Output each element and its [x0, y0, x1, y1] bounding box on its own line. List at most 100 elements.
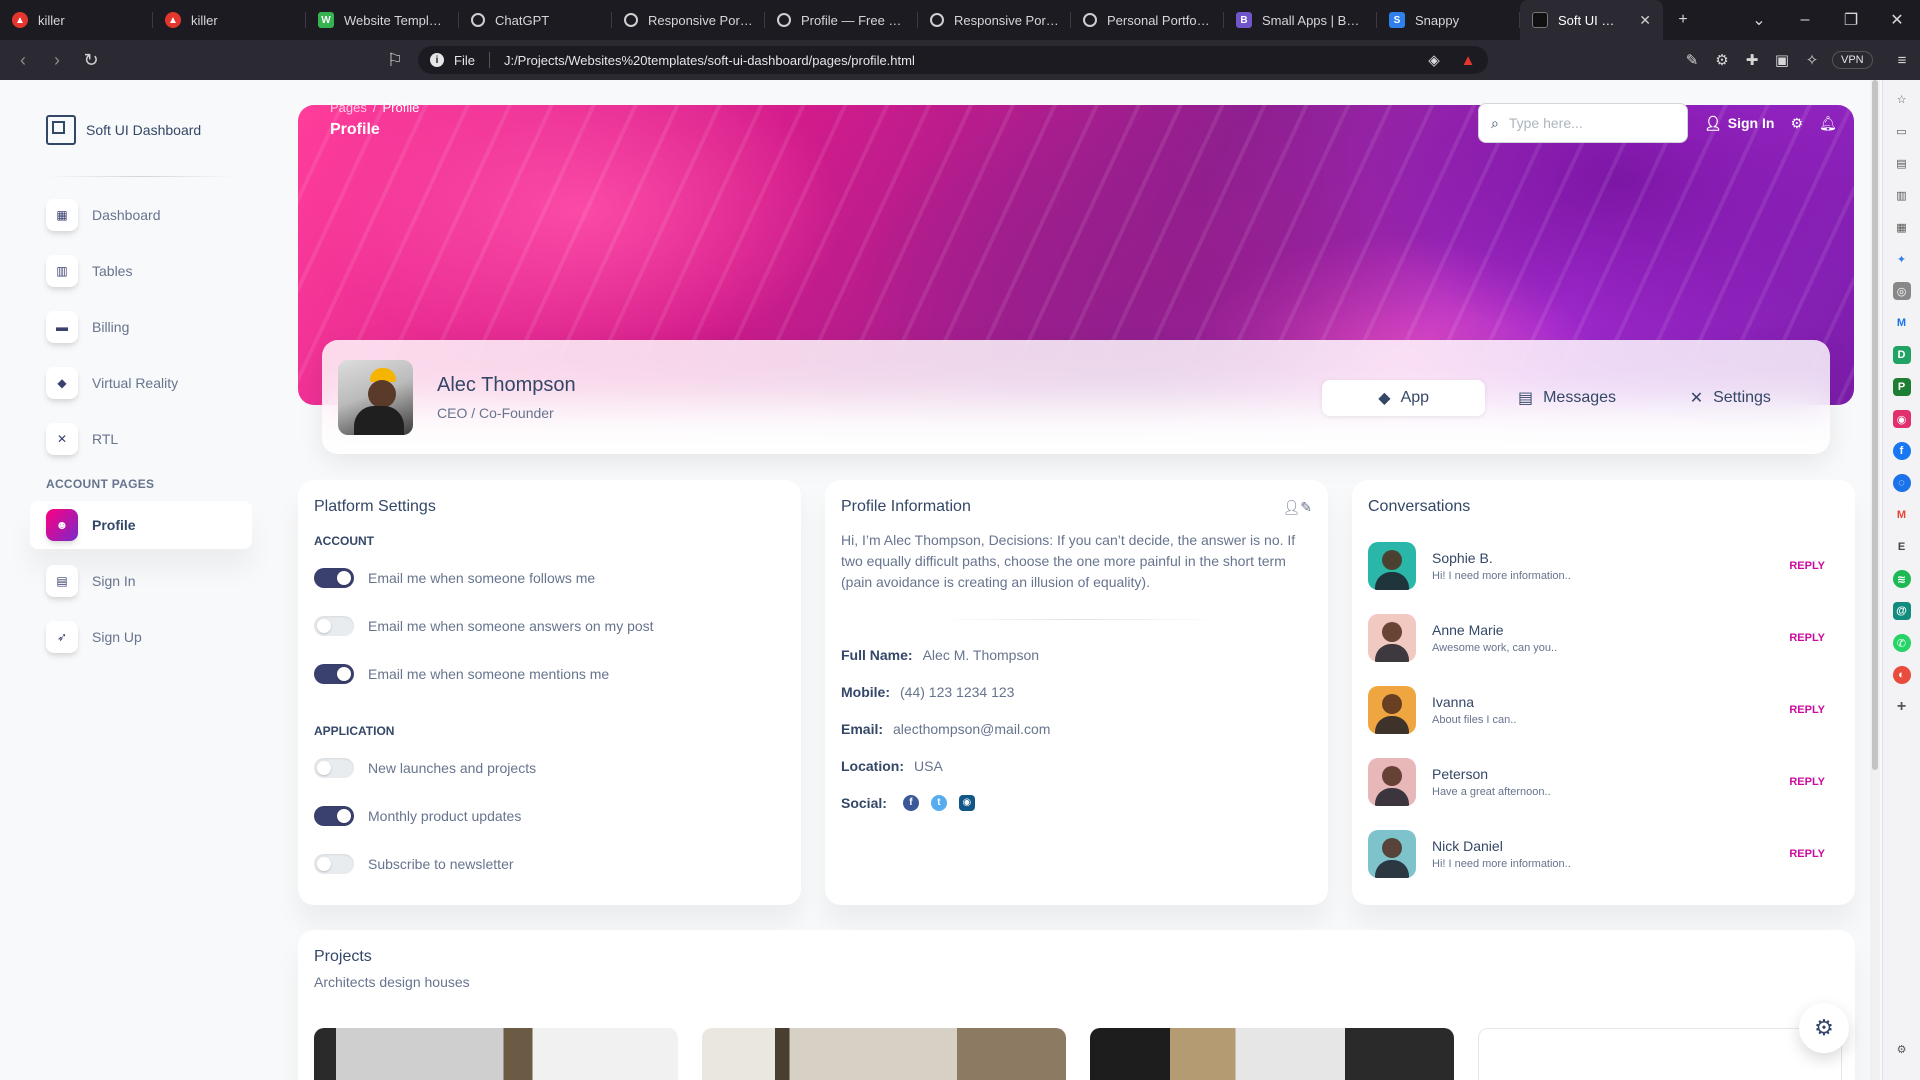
facebook-icon[interactable]: f [1892, 442, 1911, 460]
breadcrumb-root-link[interactable]: Pages [330, 100, 367, 115]
toggle-switch[interactable] [314, 806, 354, 826]
bookmarks-icon[interactable]: ▦ [1893, 218, 1911, 236]
close-tab-icon[interactable]: ✕ [1639, 12, 1651, 29]
bell-icon[interactable]: 🔔︎ [1819, 115, 1837, 132]
instagram-icon[interactable]: ◉ [1892, 410, 1911, 428]
tab-list-chevron-icon[interactable]: ⌄ [1736, 0, 1782, 40]
browser-tab[interactable]: ChatGPT [459, 0, 612, 40]
sidebar-item-dashboard[interactable]: ▦ Dashboard [30, 191, 252, 239]
gear-icon[interactable]: ⚙ [1790, 115, 1803, 132]
url-field[interactable]: i File J:/Projects/Websites%20templates/… [418, 46, 1488, 74]
e-app-icon[interactable]: E [1893, 538, 1911, 556]
info-icon[interactable]: i [430, 53, 444, 67]
configurator-gear-button[interactable]: ⚙ [1799, 1003, 1849, 1053]
sidebar-item-tables[interactable]: ▥ Tables [30, 247, 252, 295]
profile-tabs: ◆ App ▤ Messages ✕ Settings [1322, 380, 1812, 416]
sidebar-item-billing[interactable]: ▬ Billing [30, 303, 252, 351]
project-image[interactable] [702, 1028, 1066, 1080]
forward-icon[interactable]: › [40, 50, 74, 71]
sign-in-link[interactable]: 👤︎ Sign In [1704, 115, 1774, 132]
tab-settings[interactable]: ✕ Settings [1649, 380, 1812, 416]
reading-list-icon[interactable]: ▭ [1893, 122, 1911, 140]
document-app-icon[interactable]: D [1892, 346, 1911, 364]
instagram-icon[interactable]: ◉ [958, 794, 975, 811]
extension-icon[interactable]: ⚙ [1708, 51, 1736, 69]
tab-messages[interactable]: ▤ Messages [1485, 380, 1648, 416]
browser-tab[interactable]: Profile — Free Web [765, 0, 918, 40]
browser-tab[interactable]: ▲ killer [153, 0, 306, 40]
browser-tab[interactable]: Personal Portfolio V [1071, 0, 1224, 40]
wallet-icon[interactable]: ▣ [1768, 51, 1796, 69]
info-value: Alec M. Thompson [922, 646, 1040, 663]
star-icon[interactable]: ☆ [1893, 90, 1911, 108]
search-box[interactable]: ⌕ [1478, 103, 1688, 143]
px-app-icon[interactable]: P [1892, 378, 1911, 396]
box-3d-icon: ◆ [46, 367, 78, 399]
search-input[interactable] [1508, 115, 1659, 131]
sidebar-item-rtl[interactable]: ✕ RTL [30, 415, 252, 463]
gmail-icon[interactable]: M [1893, 506, 1911, 524]
reply-button[interactable]: REPLY [1789, 632, 1825, 644]
chatgpt-icon[interactable]: ◎ [1892, 282, 1911, 300]
reply-button[interactable]: REPLY [1789, 848, 1825, 860]
reply-button[interactable]: REPLY [1789, 776, 1825, 788]
toggle-switch[interactable] [314, 568, 354, 588]
page-scrollbar[interactable] [1870, 80, 1880, 1080]
puzzle-icon[interactable]: ✚ [1738, 51, 1766, 69]
toggle-label: Monthly product updates [368, 808, 522, 824]
reload-icon[interactable]: ↻ [74, 50, 108, 71]
browser-tab[interactable]: Responsive Portfoli [918, 0, 1071, 40]
threads-icon[interactable]: @ [1892, 602, 1911, 620]
sidebar-settings-icon[interactable]: ⚙ [1893, 1040, 1911, 1058]
restore-icon[interactable]: ❐ [1828, 0, 1874, 40]
toggle-switch[interactable] [314, 758, 354, 778]
new-tab-icon[interactable]: + [1663, 0, 1703, 40]
app-icon[interactable]: ◐ [1892, 666, 1911, 684]
new-project-placeholder[interactable] [1478, 1028, 1842, 1080]
tab-app[interactable]: ◆ App [1322, 380, 1486, 416]
sidebar-item-virtual-reality[interactable]: ◆ Virtual Reality [30, 359, 252, 407]
messenger-icon[interactable]: ◌ [1892, 474, 1911, 492]
scrollbar-thumb[interactable] [1872, 80, 1878, 770]
whatsapp-icon[interactable]: ✆ [1892, 634, 1911, 652]
toggle-switch[interactable] [314, 664, 354, 684]
back-icon[interactable]: ‹ [6, 50, 40, 71]
browser-tab-active[interactable]: Soft UI Dashbo✕ [1520, 0, 1663, 40]
project-image[interactable] [1090, 1028, 1454, 1080]
account-toggle-list: Email me when someone follows me Email m… [314, 554, 785, 698]
facebook-icon[interactable]: f [902, 794, 919, 811]
sidebar-item-sign-up[interactable]: ➶ Sign Up [30, 613, 252, 661]
ai-icon[interactable]: ✧ [1798, 51, 1826, 69]
sidebar-item-profile[interactable]: ☻ Profile [30, 501, 252, 549]
browser-tab[interactable]: B Small Apps | Bootst [1224, 0, 1377, 40]
m-app-icon[interactable]: M [1893, 314, 1911, 332]
vpn-button[interactable]: VPN [1832, 51, 1873, 69]
minimize-icon[interactable]: – [1782, 0, 1828, 40]
sidebar-item-sign-in[interactable]: ▤ Sign In [30, 557, 252, 605]
menu-icon[interactable]: ≡ [1888, 52, 1916, 69]
add-panel-icon[interactable]: + [1893, 698, 1911, 716]
twitter-icon[interactable]: t [930, 794, 947, 811]
brave-rewards-icon[interactable]: ▲ [1454, 52, 1482, 69]
leo-ai-icon[interactable]: ✦ [1893, 250, 1911, 268]
brave-shield-icon[interactable]: ◈ [1420, 51, 1448, 69]
reply-button[interactable]: REPLY [1789, 704, 1825, 716]
spotify-icon[interactable]: ≋ [1892, 570, 1911, 588]
bookmark-icon[interactable]: ⚐ [378, 50, 412, 71]
reply-button[interactable]: REPLY [1789, 560, 1825, 572]
browser-tab[interactable]: ▲ killer [0, 0, 153, 40]
browser-tab[interactable]: Responsive Portfoli [612, 0, 765, 40]
breadcrumb: Pages / Profile [330, 100, 419, 115]
pen-icon[interactable]: ✎ [1678, 51, 1706, 69]
wallet-icon[interactable]: ▤ [1893, 154, 1911, 172]
toggle-switch[interactable] [314, 616, 354, 636]
platform-settings-card: Platform Settings ACCOUNT Email me when … [298, 480, 801, 905]
edit-user-icon[interactable]: 👤︎✎ [1282, 499, 1312, 516]
toggle-switch[interactable] [314, 854, 354, 874]
brand-link[interactable]: Soft UI Dashboard [30, 100, 252, 160]
close-window-icon[interactable]: ✕ [1874, 0, 1920, 40]
browser-tab[interactable]: W Website Templates [306, 0, 459, 40]
browser-tab[interactable]: S Snappy [1377, 0, 1520, 40]
history-icon[interactable]: ▥ [1893, 186, 1911, 204]
project-image[interactable] [314, 1028, 678, 1080]
